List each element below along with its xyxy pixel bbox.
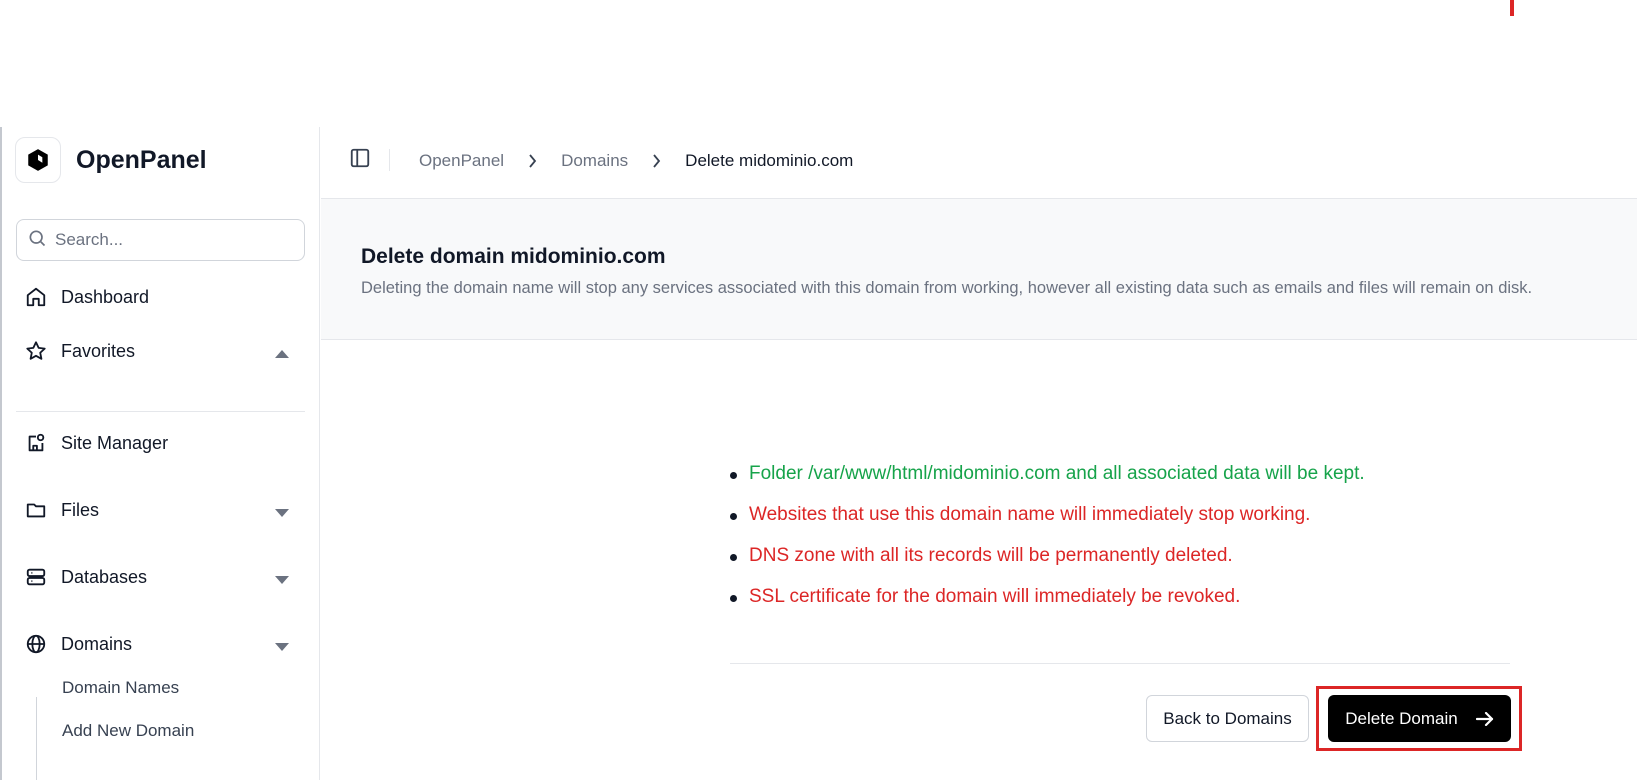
sidebar-edge [0, 127, 2, 780]
sidebar-subitem-domain-names[interactable]: Domain Names [62, 678, 179, 698]
notice-item-ssl-revoked: SSL certificate for the domain will imme… [730, 586, 1365, 627]
search-icon [27, 228, 47, 253]
breadcrumb: OpenPanel Domains Delete midominio.com [419, 151, 853, 171]
brand-name: OpenPanel [76, 145, 207, 174]
main-content: OpenPanel Domains Delete midominio.com D… [321, 127, 1637, 780]
sidebar-item-domains[interactable]: Domains [24, 626, 299, 662]
home-icon [24, 285, 48, 309]
notice-item-data-kept: Folder /var/www/html/midominio.com and a… [730, 463, 1365, 504]
brand[interactable]: OpenPanel [15, 137, 207, 183]
notice-item-dns-deleted: DNS zone with all its records will be pe… [730, 545, 1365, 586]
search-input[interactable] [55, 230, 285, 250]
sidebar-divider [16, 411, 305, 412]
sidebar-item-label: Site Manager [61, 432, 169, 453]
chevron-right-icon [652, 154, 661, 168]
sidebar-item-label: Favorites [61, 340, 136, 361]
sidebar-item-files[interactable]: Files [24, 492, 299, 528]
sidebar-item-label: Files [61, 499, 100, 520]
sidebar-item-label: Dashboard [61, 286, 150, 307]
sidebar-item-site-manager[interactable]: Site Manager [24, 425, 299, 461]
top-blank-area [0, 0, 1637, 127]
delete-domain-label: Delete Domain [1345, 708, 1458, 728]
sidebar-item-dashboard[interactable]: Dashboard [24, 279, 299, 315]
globe-icon [24, 632, 48, 656]
page-header: Delete domain midominio.com Deleting the… [321, 199, 1637, 340]
breadcrumb-item-domains[interactable]: Domains [561, 151, 628, 171]
sidebar-subitem-add-new-domain[interactable]: Add New Domain [62, 721, 194, 741]
database-icon [24, 565, 48, 589]
chevron-right-icon [528, 154, 537, 168]
star-icon [24, 339, 48, 363]
delete-domain-button[interactable]: Delete Domain [1328, 695, 1511, 742]
deletion-notice-list: Folder /var/www/html/midominio.com and a… [730, 463, 1365, 627]
sidebar-item-label: Domains [61, 633, 133, 654]
chevron-up-icon[interactable] [275, 345, 289, 363]
page-title: Delete domain midominio.com [361, 245, 666, 268]
sidebar: OpenPanel Dashboard Favorites [0, 127, 320, 780]
breadcrumb-item-openpanel[interactable]: OpenPanel [419, 151, 504, 171]
back-to-domains-button[interactable]: Back to Domains [1146, 695, 1309, 742]
sidebar-item-label: Databases [61, 566, 148, 587]
search-box[interactable] [16, 219, 305, 261]
arrow-right-icon [1475, 711, 1494, 726]
chevron-down-icon[interactable] [275, 571, 289, 589]
site-manager-icon [24, 431, 48, 455]
page-description: Deleting the domain name will stop any s… [361, 279, 1533, 297]
chevron-down-icon[interactable] [275, 504, 289, 522]
red-marker [1510, 0, 1514, 16]
sidebar-item-databases[interactable]: Databases [24, 559, 299, 595]
sidebar-item-favorites[interactable]: Favorites [24, 333, 299, 369]
sidebar-toggle-icon[interactable] [349, 147, 375, 173]
breadcrumb-bar: OpenPanel Domains Delete midominio.com [321, 127, 1637, 199]
notice-item-websites-stop: Websites that use this domain name will … [730, 504, 1365, 545]
toolbar-separator [389, 149, 390, 171]
actions-divider [730, 663, 1510, 664]
folder-icon [24, 498, 48, 522]
chevron-down-icon[interactable] [275, 638, 289, 656]
breadcrumb-current: Delete midominio.com [685, 151, 854, 170]
submenu-guide-line [36, 697, 37, 780]
openpanel-logo-icon [15, 137, 61, 183]
